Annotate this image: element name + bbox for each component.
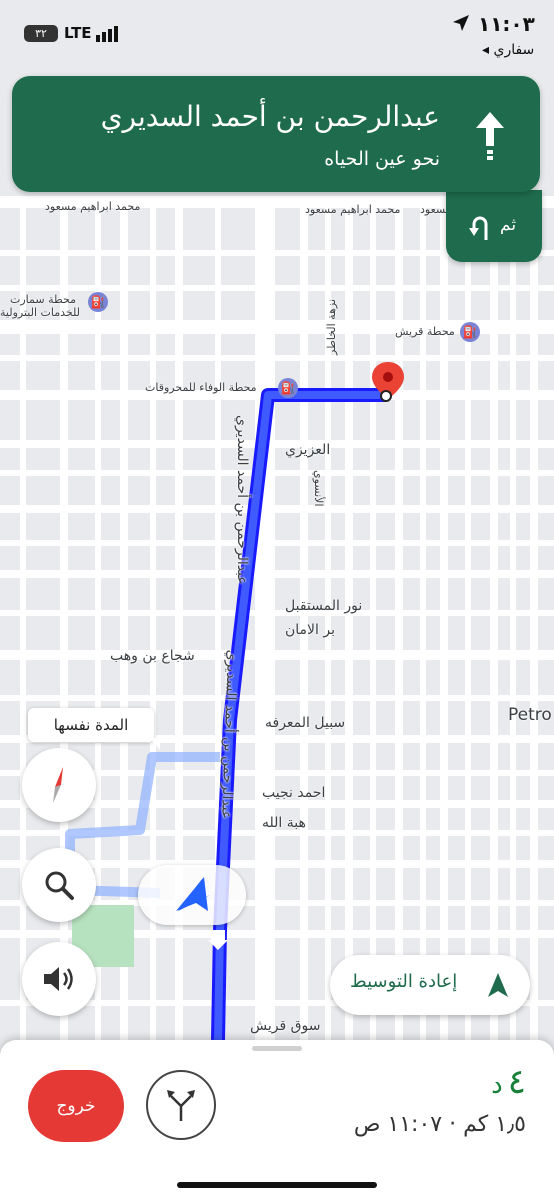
- drag-handle[interactable]: [252, 1046, 302, 1051]
- map-label: هبة الله: [262, 815, 306, 831]
- trip-summary-sheet[interactable]: خروج ٤ د ١٫٥ كم · ١١:٠٧ ص: [0, 1040, 554, 1200]
- map-label: شجاع بن وهب: [110, 648, 195, 664]
- map-label: سوق قريش: [250, 1018, 321, 1034]
- gas-station-icon[interactable]: ⛽: [278, 378, 298, 398]
- navigation-screen: ⛽ ⛽ ⛽ محمد ابراهيم مسعود محمد ابراهيم مس…: [0, 0, 554, 1200]
- map-label: محطة قريش: [395, 325, 455, 338]
- signal-icon: [96, 26, 120, 46]
- map-label: عبدالرحمن بن أحمد السديري: [234, 415, 250, 585]
- network-type: LTE: [64, 24, 92, 42]
- alt-route-label: المدة نفسها: [53, 716, 129, 734]
- eta-unit: د: [491, 1070, 503, 1100]
- navigation-arrow-icon: [176, 877, 210, 911]
- navigation-arrow-icon: [488, 973, 508, 997]
- recenter-label: إعادة التوسيط: [350, 971, 458, 992]
- battery-indicator: ٣٢: [24, 25, 58, 42]
- map-label: محطة سمارت: [10, 293, 77, 306]
- map-label: نور المستقبل: [285, 598, 363, 614]
- search-icon: [45, 871, 74, 900]
- map-label: احمد نجيب: [262, 785, 326, 801]
- map-label: Petro: [508, 705, 552, 725]
- callout-pointer: [150, 738, 160, 750]
- route-split-icon: [167, 1090, 195, 1121]
- navigation-instruction-banner[interactable]: عبدالرحمن بن أحمد السديري نحو عين الحياه: [12, 76, 540, 192]
- map-label: للخدمات البترولية: [0, 306, 80, 319]
- map-label: محطة الوفاء للمحروقات: [145, 381, 257, 394]
- sound-button[interactable]: [22, 942, 96, 1016]
- speaker-icon: [44, 967, 73, 991]
- map-label: محمد ابراهيم مسعود: [305, 203, 401, 216]
- compass-button[interactable]: [22, 748, 96, 822]
- map-label: نزهة الخاطر: [325, 298, 338, 355]
- exit-label: خروج: [56, 1096, 96, 1116]
- street-name: عبدالرحمن بن أحمد السديري: [100, 100, 440, 133]
- compass-icon: [53, 767, 63, 803]
- home-indicator: [177, 1182, 377, 1188]
- exit-button[interactable]: خروج: [28, 1070, 124, 1142]
- eta-duration: ٤ د: [491, 1062, 526, 1102]
- then-label: ثم: [500, 215, 517, 235]
- status-bar: ٣٢ LTE ١١:٠٣ ◂ سفاري: [0, 0, 554, 70]
- trip-distance: ١٫٥ كم: [463, 1112, 526, 1137]
- straight-arrow-icon: [476, 112, 504, 160]
- alternate-routes-button[interactable]: [146, 1070, 216, 1140]
- trip-details: ١٫٥ كم · ١١:٠٧ ص: [354, 1112, 526, 1137]
- back-arrow-icon: ◂: [482, 42, 494, 58]
- gas-station-icon[interactable]: ⛽: [460, 322, 480, 342]
- recenter-button[interactable]: إعادة التوسيط: [330, 955, 530, 1015]
- then-next-turn[interactable]: ثم: [446, 190, 542, 262]
- eta-minutes: ٤: [507, 1062, 526, 1102]
- alt-route-callout[interactable]: المدة نفسها: [28, 708, 154, 742]
- u-turn-left-icon: [469, 216, 488, 240]
- arrival-time: ١١:٠٧ ص: [353, 1112, 443, 1137]
- map-label: محمد ابراهيم مسعود: [45, 200, 141, 213]
- battery-level: ٣٢: [35, 27, 47, 40]
- clock: ١١:٠٣: [478, 12, 535, 36]
- map-label: بر الامان: [285, 622, 335, 638]
- direction-text: نحو عين الحياه: [324, 148, 440, 170]
- back-to-app-link[interactable]: ◂ سفاري: [482, 42, 534, 58]
- current-location-puck: [138, 865, 246, 925]
- gas-station-icon[interactable]: ⛽: [88, 292, 108, 312]
- location-arrow-icon: [452, 14, 470, 36]
- map-label: العزيزي: [285, 442, 331, 458]
- search-button[interactable]: [22, 848, 96, 922]
- map-label: سبيل المعرفه: [265, 715, 346, 731]
- separator-dot: ·: [449, 1112, 457, 1137]
- map-label: الأنسوي: [312, 470, 325, 507]
- back-app-name: سفاري: [493, 42, 535, 58]
